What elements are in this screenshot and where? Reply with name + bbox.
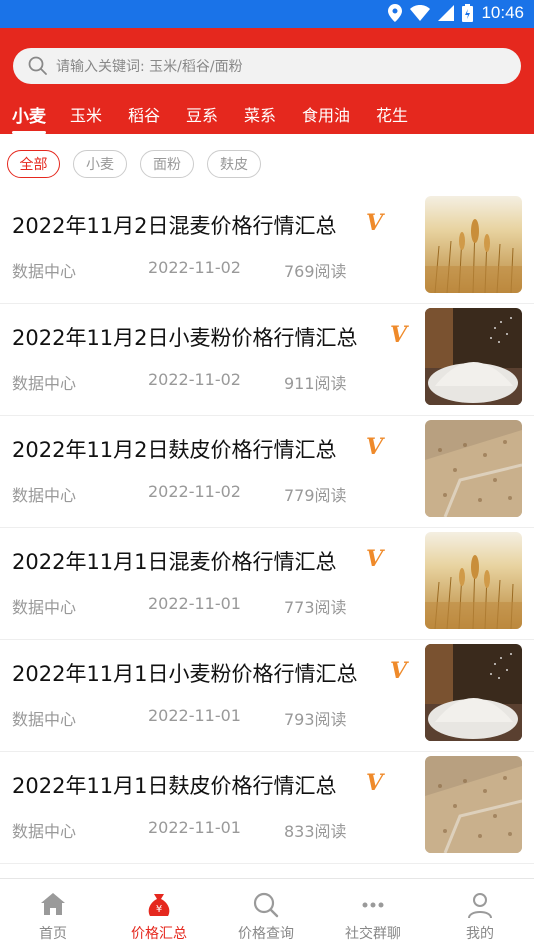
- article-date: 2022-11-02: [148, 258, 241, 277]
- tab-peanut[interactable]: 花生: [376, 102, 408, 130]
- verified-badge: V: [366, 210, 384, 236]
- nav-social-chat-label: 社交群聊: [345, 926, 401, 942]
- list-item[interactable]: 2022年11月1日小麦粉价格行情汇总 V 数据中心 2022-11-01 79…: [0, 640, 534, 752]
- wifi-icon: [410, 5, 431, 21]
- search-icon: [28, 56, 47, 75]
- tab-cooking-oil[interactable]: 食用油: [302, 102, 350, 130]
- article-source: 数据中心: [12, 598, 77, 617]
- chip-flour[interactable]: 面粉: [140, 150, 194, 178]
- article-reads: 911阅读: [284, 374, 347, 393]
- verified-badge: V: [366, 546, 384, 572]
- nav-profile-label: 我的: [466, 926, 494, 942]
- article-reads: 833阅读: [284, 822, 347, 841]
- chip-all[interactable]: 全部: [7, 150, 60, 178]
- article-date: 2022-11-02: [148, 370, 241, 389]
- wheat-field-thumbnail: [425, 196, 522, 293]
- header: 请输入关键词: 玉米/稻谷/面粉 小麦 玉米 稻谷 豆系 菜系 食用油 花生: [0, 28, 534, 134]
- user-icon: [468, 893, 492, 919]
- article-reads: 769阅读: [284, 262, 347, 281]
- nav-price-query-label: 价格查询: [238, 926, 294, 942]
- article-source: 数据中心: [12, 262, 77, 281]
- nav-price-summary-label: 价格汇总: [131, 926, 187, 942]
- list-item[interactable]: 2022年11月2日麸皮价格行情汇总 V 数据中心 2022-11-02 779…: [0, 416, 534, 528]
- article-date: 2022-11-01: [148, 818, 241, 837]
- search-input[interactable]: 请输入关键词: 玉米/稻谷/面粉: [56, 56, 243, 76]
- article-date: 2022-11-01: [148, 706, 241, 725]
- chip-bran[interactable]: 麸皮: [207, 150, 261, 178]
- search-icon: [253, 892, 279, 918]
- clock: 10:46: [481, 3, 524, 22]
- bottom-navigation: 首页 ¥ 价格汇总 价格查询 社交群聊 我的: [0, 878, 534, 950]
- verified-badge: V: [366, 434, 384, 460]
- article-title: 2022年11月2日混麦价格行情汇总: [12, 214, 337, 238]
- bran-thumbnail: [425, 420, 522, 517]
- nav-home[interactable]: 首页: [0, 879, 106, 950]
- article-source: 数据中心: [12, 486, 77, 505]
- verified-badge: V: [390, 658, 408, 684]
- wheat-field-thumbnail: [425, 532, 522, 629]
- battery-icon: [462, 4, 474, 22]
- category-tabs: 小麦 玉米 稻谷 豆系 菜系 食用油 花生: [0, 98, 534, 134]
- tab-rapeseed[interactable]: 菜系: [244, 102, 276, 130]
- filter-chips: 全部 小麦 面粉 麸皮: [0, 134, 534, 192]
- article-title: 2022年11月1日小麦粉价格行情汇总: [12, 662, 358, 686]
- article-title: 2022年11月1日麸皮价格行情汇总: [12, 774, 337, 798]
- article-reads: 793阅读: [284, 710, 347, 729]
- nav-price-query[interactable]: 价格查询: [213, 879, 319, 950]
- article-date: 2022-11-01: [148, 594, 241, 613]
- nav-home-label: 首页: [39, 926, 67, 942]
- article-source: 数据中心: [12, 710, 77, 729]
- location-icon: [388, 4, 403, 22]
- list-item[interactable]: 2022年11月2日混麦价格行情汇总 V 数据中心 2022-11-02 769…: [0, 192, 534, 304]
- article-title: 2022年11月2日麸皮价格行情汇总: [12, 438, 337, 462]
- article-date: 2022-11-02: [148, 482, 241, 501]
- chip-wheat[interactable]: 小麦: [73, 150, 127, 178]
- tab-rice[interactable]: 稻谷: [128, 102, 160, 130]
- article-title: 2022年11月1日混麦价格行情汇总: [12, 550, 337, 574]
- verified-badge: V: [366, 770, 384, 796]
- chat-dots-icon: [362, 902, 384, 908]
- flour-thumbnail: [425, 644, 522, 741]
- tab-wheat[interactable]: 小麦: [12, 102, 46, 134]
- list-item[interactable]: 2022年11月1日麸皮价格行情汇总 V 数据中心 2022-11-01 833…: [0, 752, 534, 864]
- article-source: 数据中心: [12, 374, 77, 393]
- list-item[interactable]: 2022年11月1日混麦价格行情汇总 V 数据中心 2022-11-01 773…: [0, 528, 534, 640]
- flour-thumbnail: [425, 308, 522, 405]
- bran-thumbnail: [425, 756, 522, 853]
- svg-text:¥: ¥: [156, 904, 162, 915]
- price-bag-icon: ¥: [148, 894, 170, 916]
- nav-price-summary[interactable]: ¥ 价格汇总: [106, 879, 212, 950]
- article-title: 2022年11月2日小麦粉价格行情汇总: [12, 326, 358, 350]
- verified-badge: V: [390, 322, 408, 348]
- article-reads: 779阅读: [284, 486, 347, 505]
- home-icon: [41, 893, 65, 915]
- list-item[interactable]: 2022年11月2日小麦粉价格行情汇总 V 数据中心 2022-11-02 91…: [0, 304, 534, 416]
- tab-beans[interactable]: 豆系: [186, 102, 218, 130]
- article-source: 数据中心: [12, 822, 77, 841]
- nav-social-chat[interactable]: 社交群聊: [320, 879, 426, 950]
- article-reads: 773阅读: [284, 598, 347, 617]
- signal-icon: [438, 5, 455, 21]
- status-bar: 10:46: [0, 0, 534, 28]
- tab-corn[interactable]: 玉米: [70, 102, 102, 130]
- search-bar[interactable]: 请输入关键词: 玉米/稻谷/面粉: [13, 48, 521, 84]
- nav-profile[interactable]: 我的: [427, 879, 533, 950]
